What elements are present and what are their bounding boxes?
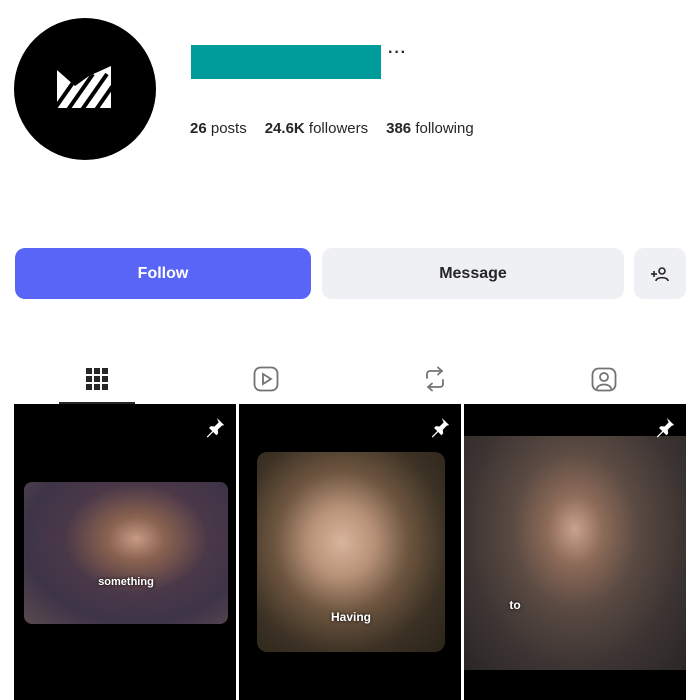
profile-stats: 26 posts 24.6K followers 386 following — [190, 120, 474, 137]
tab-reposts[interactable] — [397, 356, 473, 402]
following-label: following — [415, 120, 474, 137]
tab-tagged[interactable] — [566, 356, 642, 402]
following-count: 386 — [386, 120, 412, 137]
follow-button[interactable]: Follow — [15, 248, 311, 299]
pin-icon — [206, 417, 225, 438]
username-redacted — [191, 45, 381, 79]
add-user-button[interactable] — [634, 248, 686, 299]
post-tile[interactable]: something — [14, 404, 236, 700]
message-button[interactable]: Message — [322, 248, 624, 299]
followers-stat[interactable]: 24.6K followers — [265, 120, 368, 137]
post-tile[interactable]: to — [464, 404, 686, 700]
post-caption: something — [98, 576, 154, 588]
post-tile[interactable]: Having — [239, 404, 461, 700]
tab-posts[interactable] — [59, 356, 135, 404]
repost-icon — [426, 366, 444, 392]
posts-count: 26 — [190, 120, 207, 137]
profile-avatar[interactable] — [14, 18, 156, 160]
post-thumbnail: to — [464, 436, 686, 670]
more-options-button[interactable]: ··· — [388, 44, 407, 62]
pin-icon — [656, 417, 675, 438]
post-caption: Having — [330, 610, 371, 624]
post-caption: to — [509, 598, 521, 612]
add-person-icon — [651, 266, 669, 281]
posts-label: posts — [210, 120, 247, 137]
posts-grid: something Having to — [14, 404, 686, 700]
post-thumbnail: something — [24, 482, 228, 624]
post-thumbnail: Having — [257, 452, 445, 652]
posts-stat[interactable]: 26 posts — [190, 120, 247, 137]
tagged-icon — [591, 367, 617, 392]
brand-logo-icon — [57, 66, 111, 108]
reels-icon — [253, 366, 279, 392]
grid-icon — [86, 368, 108, 390]
tab-reels[interactable] — [228, 356, 304, 402]
pin-icon — [431, 417, 450, 438]
followers-label: followers — [308, 120, 369, 137]
following-stat[interactable]: 386 following — [386, 120, 474, 137]
profile-tabs — [0, 356, 700, 404]
followers-count: 24.6K — [264, 120, 305, 137]
